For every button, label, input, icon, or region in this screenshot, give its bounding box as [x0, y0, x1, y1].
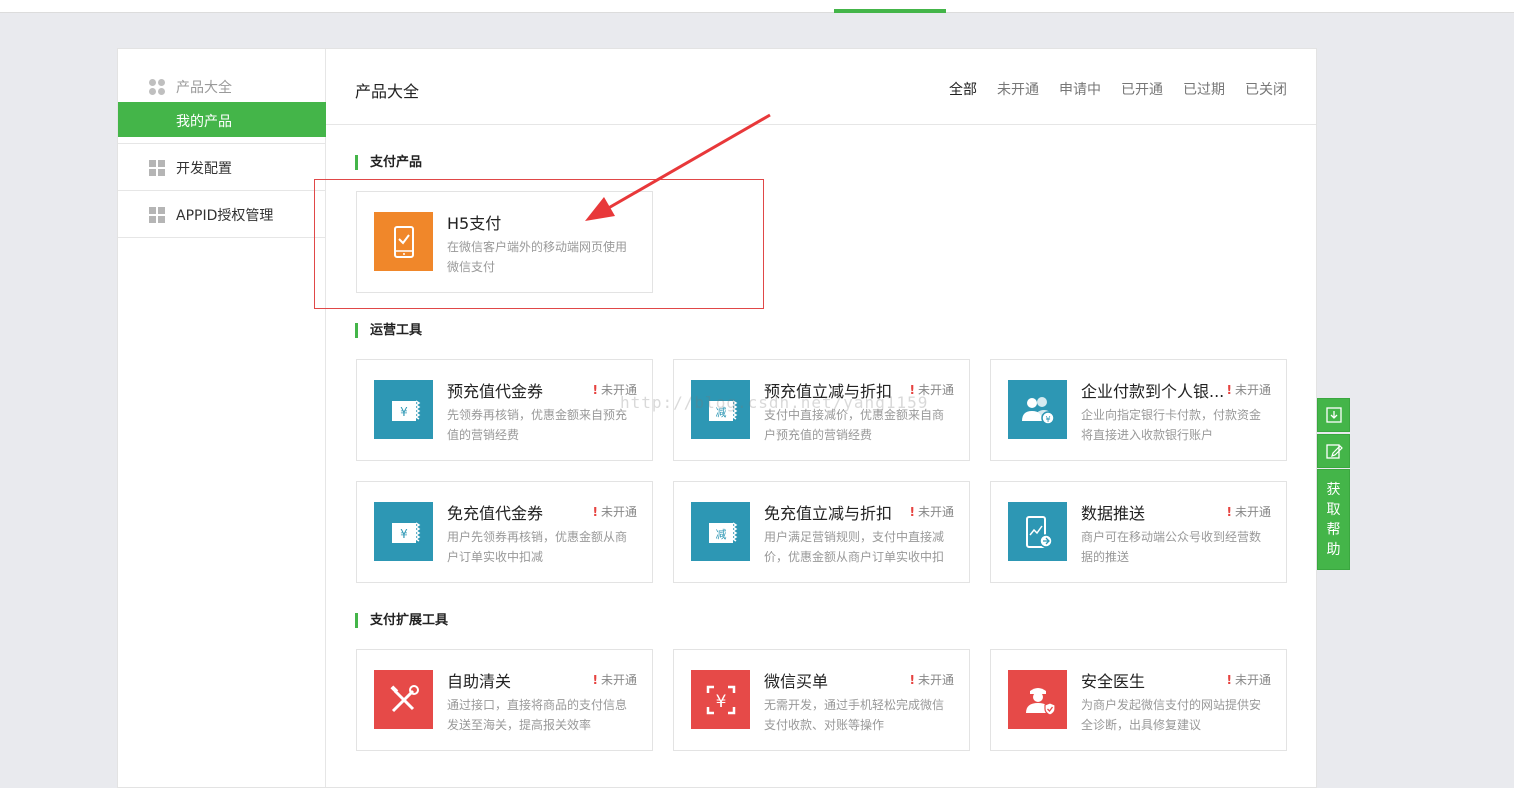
svg-text:¥: ¥	[400, 405, 408, 419]
card-description: 通过接口，直接将商品的支付信息发送至海关，提高报关效率	[447, 698, 628, 732]
page-title: 产品大全	[355, 82, 420, 101]
svg-text:¥: ¥	[400, 527, 408, 541]
status-badge: ! 未开通	[592, 505, 638, 519]
alert-icon: !	[592, 505, 598, 519]
filter-tab-not-opened[interactable]: 未开通	[997, 79, 1039, 99]
grid-icon	[149, 160, 165, 176]
sidebar-item-label: 我的产品	[176, 114, 232, 130]
filter-tab-closed[interactable]: 已关闭	[1245, 79, 1287, 99]
coupon-discount-icon: 减	[691, 502, 750, 561]
alert-icon: !	[592, 383, 598, 397]
status-badge: ! 未开通	[592, 673, 638, 687]
section-title-payment-products: 支付产品	[355, 155, 422, 170]
phone-chart-icon	[1008, 502, 1067, 561]
sidebar-item-label: APPID授权管理	[176, 208, 274, 224]
edit-icon	[1325, 444, 1343, 459]
product-card-customs-clearance[interactable]: 自助清关 ! 未开通 通过接口，直接将商品的支付信息发送至海关，提高报关效率	[356, 649, 653, 751]
card-title: 微信买单	[764, 672, 829, 691]
alert-icon: !	[909, 673, 915, 687]
alert-icon: !	[909, 505, 915, 519]
product-card-prepaid-coupon[interactable]: ¥ 预充值代金券 ! 未开通 先领券再核销，优惠金额来自预充值的营销经费	[356, 359, 653, 461]
feedback-button[interactable]	[1317, 434, 1350, 468]
card-description: 用户先领券再核销，优惠金额从商户订单实收中扣减	[447, 530, 628, 564]
sidebar-item-label: 开发配置	[176, 161, 232, 177]
download-button[interactable]	[1317, 398, 1350, 432]
clover-icon	[149, 79, 165, 95]
svg-text:¥: ¥	[715, 692, 726, 712]
doctor-shield-icon	[1008, 670, 1067, 729]
alert-icon: !	[1226, 505, 1232, 519]
grid-icon	[149, 207, 165, 223]
help-char: 取	[1326, 502, 1341, 518]
svg-text:¥: ¥	[1045, 415, 1050, 424]
section-title-operation-tools: 运营工具	[355, 323, 422, 338]
product-card-wechat-pay-bill[interactable]: ¥ 微信买单 ! 未开通 无需开发，通过手机轻松完成微信支付收款、对账等操作	[673, 649, 970, 751]
card-description: 商户可在移动端公众号收到经营数据的推送	[1081, 530, 1262, 564]
product-card-data-push[interactable]: 数据推送 ! 未开通 商户可在移动端公众号收到经营数据的推送	[990, 481, 1287, 583]
filter-tab-applying[interactable]: 申请中	[1059, 79, 1101, 99]
card-description: 先领券再核销，优惠金额来自预充值的营销经费	[447, 408, 628, 442]
sidebar: 产品大全 我的产品 开发配置 APPID授权管理	[118, 49, 326, 787]
card-title: 安全医生	[1081, 672, 1146, 691]
get-help-button[interactable]: 获 取 帮 助	[1317, 469, 1350, 570]
status-badge: ! 未开通	[1226, 673, 1272, 687]
status-badge: ! 未开通	[1226, 505, 1272, 519]
sidebar-divider	[118, 237, 326, 238]
card-title: 自助清关	[447, 672, 512, 691]
header-divider	[326, 124, 1316, 125]
card-title: 免充值代金券	[447, 504, 544, 523]
filter-tab-opened[interactable]: 已开通	[1121, 79, 1163, 99]
status-filter-tabs: 全部 未开通 申请中 已开通 已过期 已关闭	[949, 79, 1287, 99]
users-transfer-icon: ¥	[1008, 380, 1067, 439]
coupon-yen-icon: ¥	[374, 502, 433, 561]
sidebar-group-label: 产品大全	[176, 80, 232, 96]
sidebar-group-products: 产品大全	[118, 75, 326, 99]
scan-yen-icon: ¥	[691, 670, 750, 729]
filter-tab-expired[interactable]: 已过期	[1183, 79, 1225, 99]
card-title: 预充值代金券	[447, 382, 544, 401]
filter-tab-all[interactable]: 全部	[949, 79, 977, 99]
sidebar-item-dev-config[interactable]: 开发配置	[118, 143, 326, 190]
status-badge: ! 未开通	[1226, 383, 1272, 397]
card-title: 数据推送	[1081, 504, 1146, 523]
product-card-security-doctor[interactable]: 安全医生 ! 未开通 为商户发起微信支付的网站提供安全诊断，出具修复建议	[990, 649, 1287, 751]
alert-icon: !	[592, 673, 598, 687]
status-badge: ! 未开通	[909, 673, 955, 687]
card-title: 免充值立减与折扣	[764, 504, 893, 523]
download-icon	[1325, 407, 1342, 423]
card-description: 无需开发，通过手机轻松完成微信支付收款、对账等操作	[764, 698, 945, 732]
coupon-yen-icon: ¥	[374, 380, 433, 439]
card-description: 用户满足营销规则，支付中直接减价，优惠金额从商户订单实收中扣	[764, 530, 945, 564]
help-char: 帮	[1326, 522, 1341, 538]
svg-text:减: 减	[715, 528, 726, 541]
help-char: 获	[1326, 482, 1341, 498]
product-card-enterprise-payment[interactable]: ¥ 企业付款到个人银... ! 未开通 企业向指定银行卡付款，付款资金将直接进入收…	[990, 359, 1287, 461]
tools-icon	[374, 670, 433, 729]
alert-icon: !	[1226, 673, 1232, 687]
card-description: 企业向指定银行卡付款，付款资金将直接进入收款银行账户	[1081, 408, 1262, 442]
card-title: 企业付款到个人银...	[1081, 382, 1225, 401]
help-char: 助	[1326, 542, 1341, 558]
annotation-highlight-box	[314, 179, 764, 309]
status-badge: ! 未开通	[909, 505, 955, 519]
card-description: 为商户发起微信支付的网站提供安全诊断，出具修复建议	[1081, 698, 1262, 732]
top-navbar	[0, 0, 1514, 13]
sidebar-item-my-products[interactable]: 我的产品	[118, 102, 326, 137]
product-card-free-coupon[interactable]: ¥ 免充值代金券 ! 未开通 用户先领券再核销，优惠金额从商户订单实收中扣减	[356, 481, 653, 583]
top-nav-active-indicator	[834, 9, 946, 13]
section-title-payment-extension-tools: 支付扩展工具	[355, 613, 448, 628]
product-card-free-discount[interactable]: 减 免充值立减与折扣 ! 未开通 用户满足营销规则，支付中直接减价，优惠金额从商户…	[673, 481, 970, 583]
sidebar-item-appid-auth[interactable]: APPID授权管理	[118, 190, 326, 237]
alert-icon: !	[1226, 383, 1232, 397]
watermark: http://blog.csdn.net/yang1159	[620, 393, 929, 412]
